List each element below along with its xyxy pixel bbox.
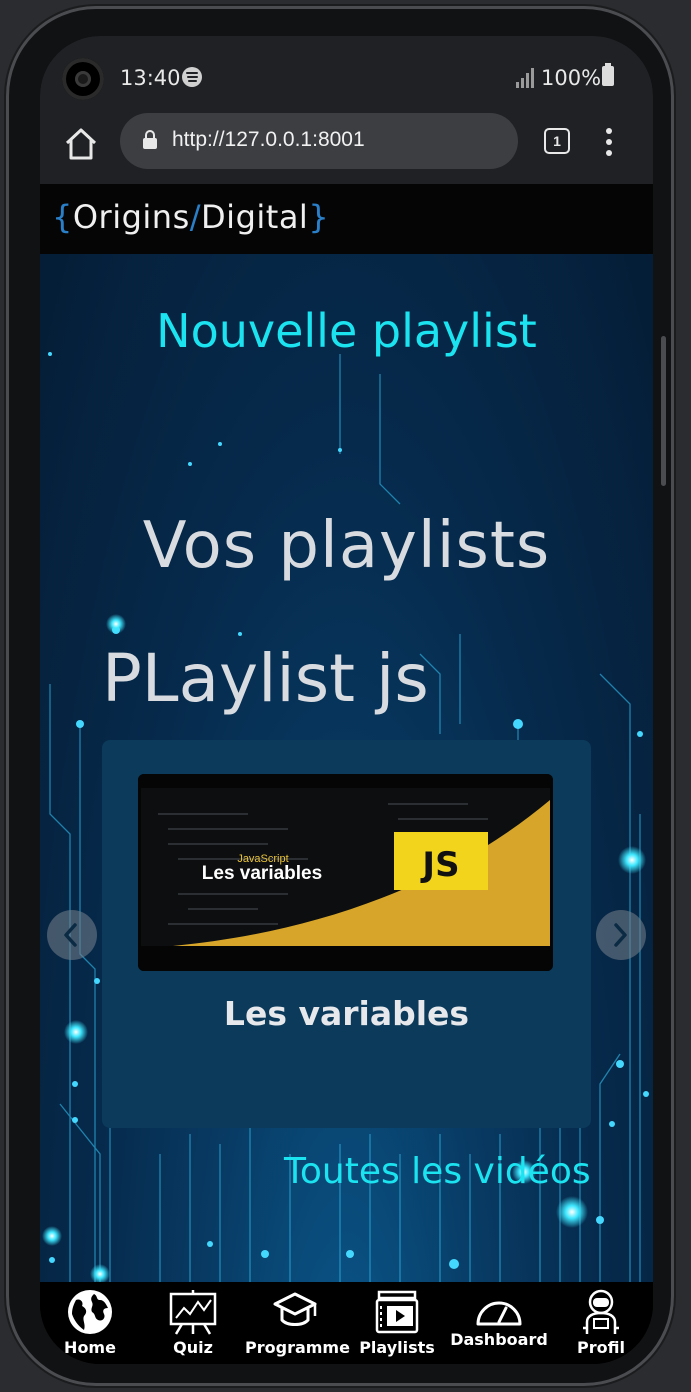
nav-profil-label: Profil	[577, 1338, 625, 1357]
front-camera	[62, 58, 104, 100]
astronaut-icon	[583, 1289, 619, 1334]
logo-part-digital: Digital	[201, 198, 309, 236]
more-menu-icon[interactable]	[606, 128, 612, 156]
nav-dashboard[interactable]: Dashboard	[449, 1282, 549, 1364]
nav-profil[interactable]: Profil	[551, 1282, 651, 1364]
signal-icon	[516, 66, 536, 88]
nav-playlists[interactable]: Playlists	[347, 1282, 447, 1364]
nav-quiz[interactable]: Quiz	[143, 1282, 243, 1364]
phone-frame: 13:40 100% http://127.0.0.1:8001 1 {Orig…	[6, 6, 674, 1386]
nav-quiz-label: Quiz	[173, 1338, 213, 1357]
phone-side-button	[661, 336, 666, 486]
phone-screen: 13:40 100% http://127.0.0.1:8001 1 {Orig…	[40, 36, 653, 1364]
status-time: 13:40	[120, 66, 181, 90]
new-playlist-link[interactable]: Nouvelle playlist	[40, 304, 653, 358]
logo-part-origins: Origins	[72, 198, 190, 236]
carousel-next-button[interactable]	[596, 910, 646, 960]
nav-programme[interactable]: Programme	[245, 1282, 350, 1364]
playlist-name: PLaylist js	[102, 640, 429, 717]
site-header: {Origins/Digital}	[40, 184, 653, 254]
logo-slash: /	[189, 198, 202, 236]
url-text: http://127.0.0.1:8001	[172, 128, 365, 151]
nav-programme-label: Programme	[245, 1338, 350, 1357]
section-title: Vos playlists	[142, 509, 551, 583]
video-thumbnail[interactable]: JS JavaScript Les variables	[138, 774, 553, 971]
video-title[interactable]: Les variables	[102, 994, 591, 1033]
bottom-navigation: Home Quiz Programme Playlists Dashboard …	[40, 1282, 653, 1364]
graduation-cap-icon	[273, 1292, 317, 1326]
spotify-icon	[182, 67, 202, 87]
logo-open-brace: {	[52, 198, 73, 236]
main-content: Nouvelle playlist Vos playlists PLaylist…	[40, 254, 653, 1282]
lock-icon	[143, 130, 157, 149]
globe-icon	[68, 1290, 112, 1334]
address-bar[interactable]: http://127.0.0.1:8001	[120, 113, 518, 169]
tab-switcher-button[interactable]: 1	[544, 128, 570, 154]
video-playlist-icon	[375, 1290, 419, 1334]
nav-home[interactable]: Home	[40, 1282, 140, 1364]
carousel-prev-button[interactable]	[47, 910, 97, 960]
nav-home-label: Home	[64, 1338, 116, 1357]
playlist-carousel-card[interactable]: JS JavaScript Les variables Les variable…	[102, 740, 591, 1128]
thumbnail-title: Les variables	[202, 863, 322, 884]
nav-dashboard-label: Dashboard	[450, 1330, 548, 1349]
chevron-left-icon	[64, 923, 77, 947]
logo-close-brace: }	[308, 198, 330, 236]
all-videos-link[interactable]: Toutes les vidéos	[284, 1151, 591, 1192]
battery-percentage: 100%	[541, 66, 602, 90]
chevron-right-icon	[614, 923, 627, 947]
chart-board-icon	[169, 1290, 217, 1335]
gauge-icon	[476, 1301, 522, 1326]
nav-playlists-label: Playlists	[359, 1338, 435, 1357]
js-badge-text: JS	[420, 845, 459, 885]
home-icon[interactable]	[62, 126, 100, 162]
site-logo[interactable]: {Origins/Digital}	[52, 198, 329, 236]
battery-icon	[602, 63, 614, 86]
browser-toolbar: http://127.0.0.1:8001 1	[40, 106, 653, 184]
